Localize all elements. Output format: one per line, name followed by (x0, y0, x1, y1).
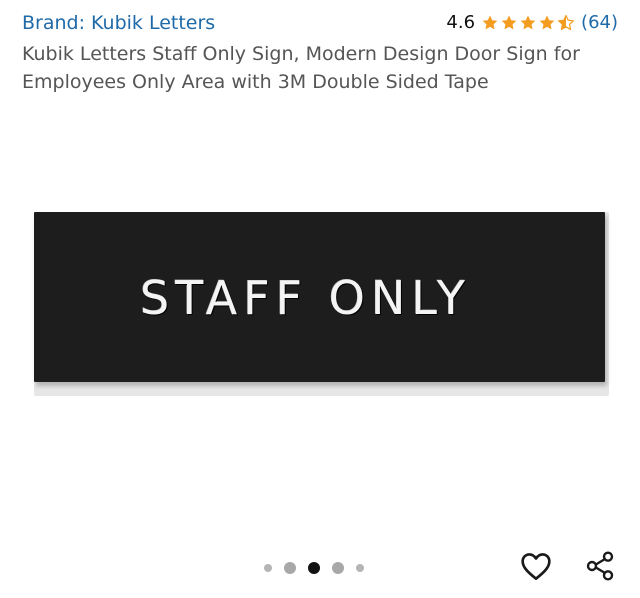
sign-board: STAFF ONLY (34, 212, 605, 382)
star-full-icon (482, 15, 498, 30)
carousel-dot[interactable] (356, 564, 364, 572)
rating-summary[interactable]: 4.6 (64) (446, 10, 618, 36)
carousel-dot-active[interactable] (308, 562, 320, 574)
carousel-dot[interactable] (284, 562, 296, 574)
heart-icon (521, 553, 551, 581)
share-button[interactable] (582, 548, 618, 584)
product-title: Kubik Letters Staff Only Sign, Modern De… (22, 43, 580, 93)
sign-text: STAFF ONLY (140, 271, 471, 325)
star-half-icon (558, 14, 574, 31)
star-rating (481, 14, 575, 32)
share-icon (586, 551, 614, 581)
carousel-dot[interactable] (332, 562, 344, 574)
product-header: Brand: Kubik Letters 4.6 (64) (22, 10, 618, 36)
wishlist-button[interactable] (518, 548, 554, 584)
brand-link[interactable]: Brand: Kubik Letters (22, 10, 215, 36)
star-full-icon (539, 15, 555, 30)
carousel-dot[interactable] (264, 564, 272, 572)
image-carousel-dots[interactable] (264, 559, 364, 577)
star-full-icon (501, 15, 517, 30)
rating-value: 4.6 (446, 12, 476, 33)
product-image[interactable]: STAFF ONLY (34, 212, 609, 396)
star-full-icon (520, 15, 536, 30)
review-count-link[interactable]: (64) (581, 10, 618, 36)
